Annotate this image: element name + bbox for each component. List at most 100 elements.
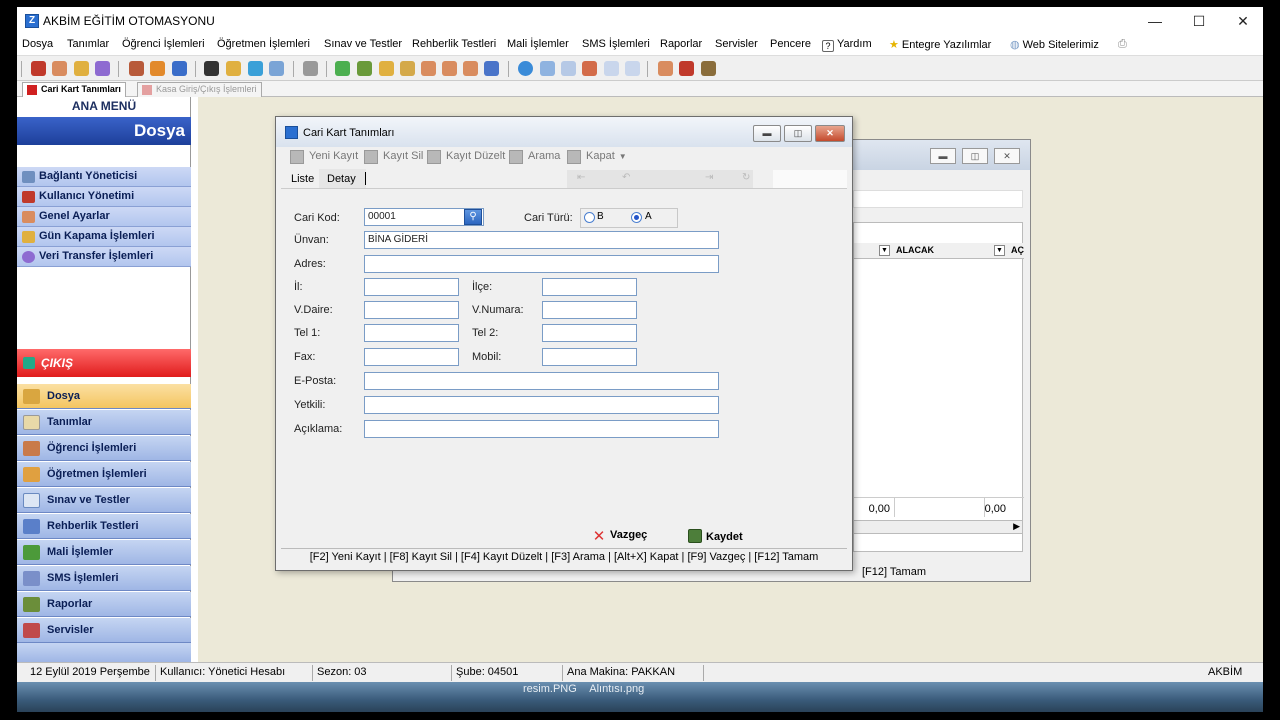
nav-ogretmen-islemleri[interactable]: Öğretmen İşlemleri xyxy=(17,462,191,487)
chart-icon[interactable] xyxy=(582,61,597,76)
edit-record-button[interactable]: Kayıt Düzelt xyxy=(427,150,505,164)
sub-item-kullanici-yonetimi[interactable]: Kullanıcı Yönetimi xyxy=(17,187,191,207)
sub-item-genel-ayarlar[interactable]: Genel Ayarlar xyxy=(17,207,191,227)
check-icon[interactable] xyxy=(379,61,394,76)
column-partial[interactable]: AÇ xyxy=(1011,245,1024,255)
menu-ogretmen-islemleri[interactable]: Öğretmen İşlemleri xyxy=(217,38,310,50)
dialog-minimize-button[interactable]: ▬ xyxy=(753,125,781,142)
refresh-icon[interactable]: ↻ xyxy=(742,172,750,183)
eposta-input[interactable] xyxy=(364,372,719,390)
vdaire-input[interactable] xyxy=(364,301,459,319)
menu-tanimlar[interactable]: Tanımlar xyxy=(67,38,109,50)
previous-record-icon[interactable]: ↶ xyxy=(622,172,630,183)
document-icon[interactable] xyxy=(679,61,694,76)
grid-icon[interactable] xyxy=(484,61,499,76)
search-doc-icon[interactable] xyxy=(561,61,576,76)
maximize-button[interactable]: ☐ xyxy=(1177,11,1221,31)
fax-input[interactable] xyxy=(364,348,459,366)
radio-b[interactable] xyxy=(584,212,595,223)
tab-detay[interactable]: Detay xyxy=(327,173,356,185)
nav-raporlar[interactable]: Raporlar xyxy=(17,592,191,617)
column-dropdown[interactable]: ▼ xyxy=(879,245,890,256)
stack-icon[interactable] xyxy=(172,61,187,76)
exit-button[interactable]: ÇIKIŞ xyxy=(17,349,191,377)
ilce-input[interactable] xyxy=(542,278,637,296)
nav-servisler[interactable]: Servisler xyxy=(17,618,191,643)
window-icon[interactable] xyxy=(540,61,555,76)
nav-ogrenci-islemleri[interactable]: Öğrenci İşlemleri xyxy=(17,436,191,461)
tel2-input[interactable] xyxy=(542,324,637,342)
globe-icon[interactable] xyxy=(518,61,533,76)
menu-web-sitelerimiz[interactable]: ◍ Web Sitelerimiz xyxy=(1010,38,1099,51)
aciklama-input[interactable] xyxy=(364,420,719,438)
dialog-close-button[interactable]: ✕ xyxy=(815,125,845,142)
column-alacak[interactable]: ALACAK xyxy=(896,245,934,255)
desktop-file-label[interactable]: resim.PNG xyxy=(523,683,577,695)
menu-sms-islemleri[interactable]: SMS İşlemleri xyxy=(582,38,650,50)
tel1-input[interactable] xyxy=(364,324,459,342)
yetkili-input[interactable] xyxy=(364,396,719,414)
search-button[interactable]: Arama xyxy=(509,150,560,164)
folder-icon[interactable] xyxy=(442,61,457,76)
delete-record-button[interactable]: Kayıt Sil xyxy=(364,150,423,164)
bg-close-button[interactable]: ✕ xyxy=(994,148,1020,164)
nav-tanimlar[interactable]: Tanımlar xyxy=(17,410,191,435)
folder-icon[interactable] xyxy=(463,61,478,76)
cabinet-icon[interactable] xyxy=(357,61,372,76)
column-dropdown[interactable]: ▼ xyxy=(994,245,1005,256)
radio-a[interactable] xyxy=(631,212,642,223)
il-input[interactable] xyxy=(364,278,459,296)
unvan-input[interactable]: BİNA GİDERİ xyxy=(364,231,719,249)
printer-icon[interactable]: ⎙ xyxy=(1118,38,1127,51)
mail-icon[interactable] xyxy=(625,61,640,76)
check-icon[interactable] xyxy=(400,61,415,76)
menu-ogrenci-islemleri[interactable]: Öğrenci İşlemleri xyxy=(122,38,205,50)
users-icon[interactable] xyxy=(31,61,46,76)
search-icon[interactable]: ⚲ xyxy=(464,209,482,225)
cancel-button[interactable]: ✕ Vazgeç xyxy=(592,529,648,544)
new-record-button[interactable]: Yeni Kayıt xyxy=(290,150,358,164)
menu-rehberlik-testleri[interactable]: Rehberlik Testleri xyxy=(412,38,496,50)
tab-liste[interactable]: Liste xyxy=(291,173,314,185)
menu-sinav-testler[interactable]: Sınav ve Testler xyxy=(324,38,402,50)
dialog-restore-button[interactable]: ◫ xyxy=(784,125,812,142)
menu-servisler[interactable]: Servisler xyxy=(715,38,758,50)
close-dialog-button[interactable]: Kapat ▼ xyxy=(567,150,627,164)
menu-dosya[interactable]: Dosya xyxy=(22,38,53,50)
bg-restore-button[interactable]: ◫ xyxy=(962,148,988,164)
sub-item-veri-transfer[interactable]: Veri Transfer İşlemleri xyxy=(17,247,191,267)
nav-mali-islemler[interactable]: Mali İşlemler xyxy=(17,540,191,565)
pencil-icon[interactable] xyxy=(335,61,350,76)
book-icon[interactable] xyxy=(150,61,165,76)
document-icon[interactable] xyxy=(701,61,716,76)
menu-pencere[interactable]: Pencere xyxy=(770,38,811,50)
nav-sms-islemleri[interactable]: SMS İşlemleri xyxy=(17,566,191,591)
desktop-file-label[interactable]: Alıntısı.png xyxy=(589,683,644,695)
sub-item-gun-kapama[interactable]: Gün Kapama İşlemleri xyxy=(17,227,191,247)
mobil-input[interactable] xyxy=(542,348,637,366)
tab-kasa-giris-cikis[interactable]: Kasa Giriş/Çıkış İşlemleri xyxy=(137,82,262,97)
graduation-cap-icon[interactable] xyxy=(204,61,219,76)
last-record-icon[interactable]: ⇥ xyxy=(705,172,713,183)
first-record-icon[interactable]: ⇤ xyxy=(577,172,585,183)
vnumara-input[interactable] xyxy=(542,301,637,319)
mail-icon[interactable] xyxy=(604,61,619,76)
menu-raporlar[interactable]: Raporlar xyxy=(660,38,702,50)
eraser-icon[interactable] xyxy=(658,61,673,76)
menu-entegre-yazilimlar[interactable]: ★ Entegre Yazılımlar xyxy=(889,38,991,51)
horizontal-scrollbar[interactable]: ▶ xyxy=(853,520,1023,534)
eraser-icon[interactable] xyxy=(52,61,67,76)
minimize-button[interactable]: — xyxy=(1133,11,1177,31)
user-icon[interactable] xyxy=(129,61,144,76)
check-icon[interactable] xyxy=(74,61,89,76)
folder-icon[interactable] xyxy=(421,61,436,76)
nav-dosya[interactable]: Dosya xyxy=(17,384,191,409)
adres-input[interactable] xyxy=(364,255,719,273)
sub-item-baglanti-yoneticisi[interactable]: Bağlantı Yöneticisi xyxy=(17,167,191,187)
nav-sinav-testler[interactable]: Sınav ve Testler xyxy=(17,488,191,513)
close-button[interactable]: ✕ xyxy=(1221,11,1263,31)
tools-icon[interactable] xyxy=(269,61,284,76)
notes-icon[interactable] xyxy=(248,61,263,76)
menu-mali-islemler[interactable]: Mali İşlemler xyxy=(507,38,569,50)
menu-yardim[interactable]: ? Yardım xyxy=(822,38,872,52)
